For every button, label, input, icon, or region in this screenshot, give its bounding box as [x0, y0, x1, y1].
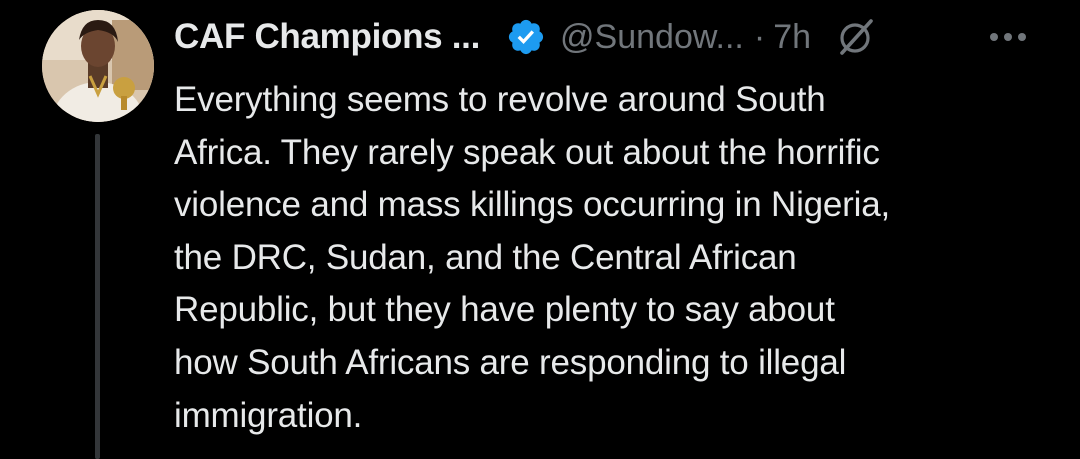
tweet-text: Everything seems to revolve around South…	[174, 74, 1054, 442]
grok-slash-icon[interactable]	[833, 15, 877, 59]
tweet-text-line: Republic, but they have plenty to say ab…	[174, 290, 835, 330]
tweet-header: CAF Champions ... @Sundow... · 7h	[174, 12, 877, 62]
tweet-text-line: Africa. They rarely speak out about the …	[174, 132, 880, 172]
timestamp[interactable]: 7h	[773, 18, 811, 57]
tweet-text-line: how South Africans are responding to ill…	[174, 342, 847, 382]
display-name[interactable]: CAF Champions ...	[174, 17, 480, 57]
avatar[interactable]	[42, 10, 154, 122]
avatar-image	[42, 10, 154, 122]
tweet[interactable]: CAF Champions ... @Sundow... · 7h Everyt…	[0, 0, 1080, 459]
thread-line	[95, 134, 100, 459]
tweet-text-line: immigration.	[174, 395, 363, 435]
tweet-text-line: the DRC, Sudan, and the Central African	[174, 237, 797, 277]
more-horizontal-icon[interactable]	[986, 22, 1030, 52]
separator-dot: ·	[753, 17, 766, 56]
verified-badge-icon[interactable]	[506, 17, 546, 57]
tweet-text-line: violence and mass killings occurring in …	[174, 185, 891, 225]
author-handle[interactable]: @Sundow...	[560, 18, 744, 57]
tweet-text-line: Everything seems to revolve around South	[174, 80, 826, 119]
